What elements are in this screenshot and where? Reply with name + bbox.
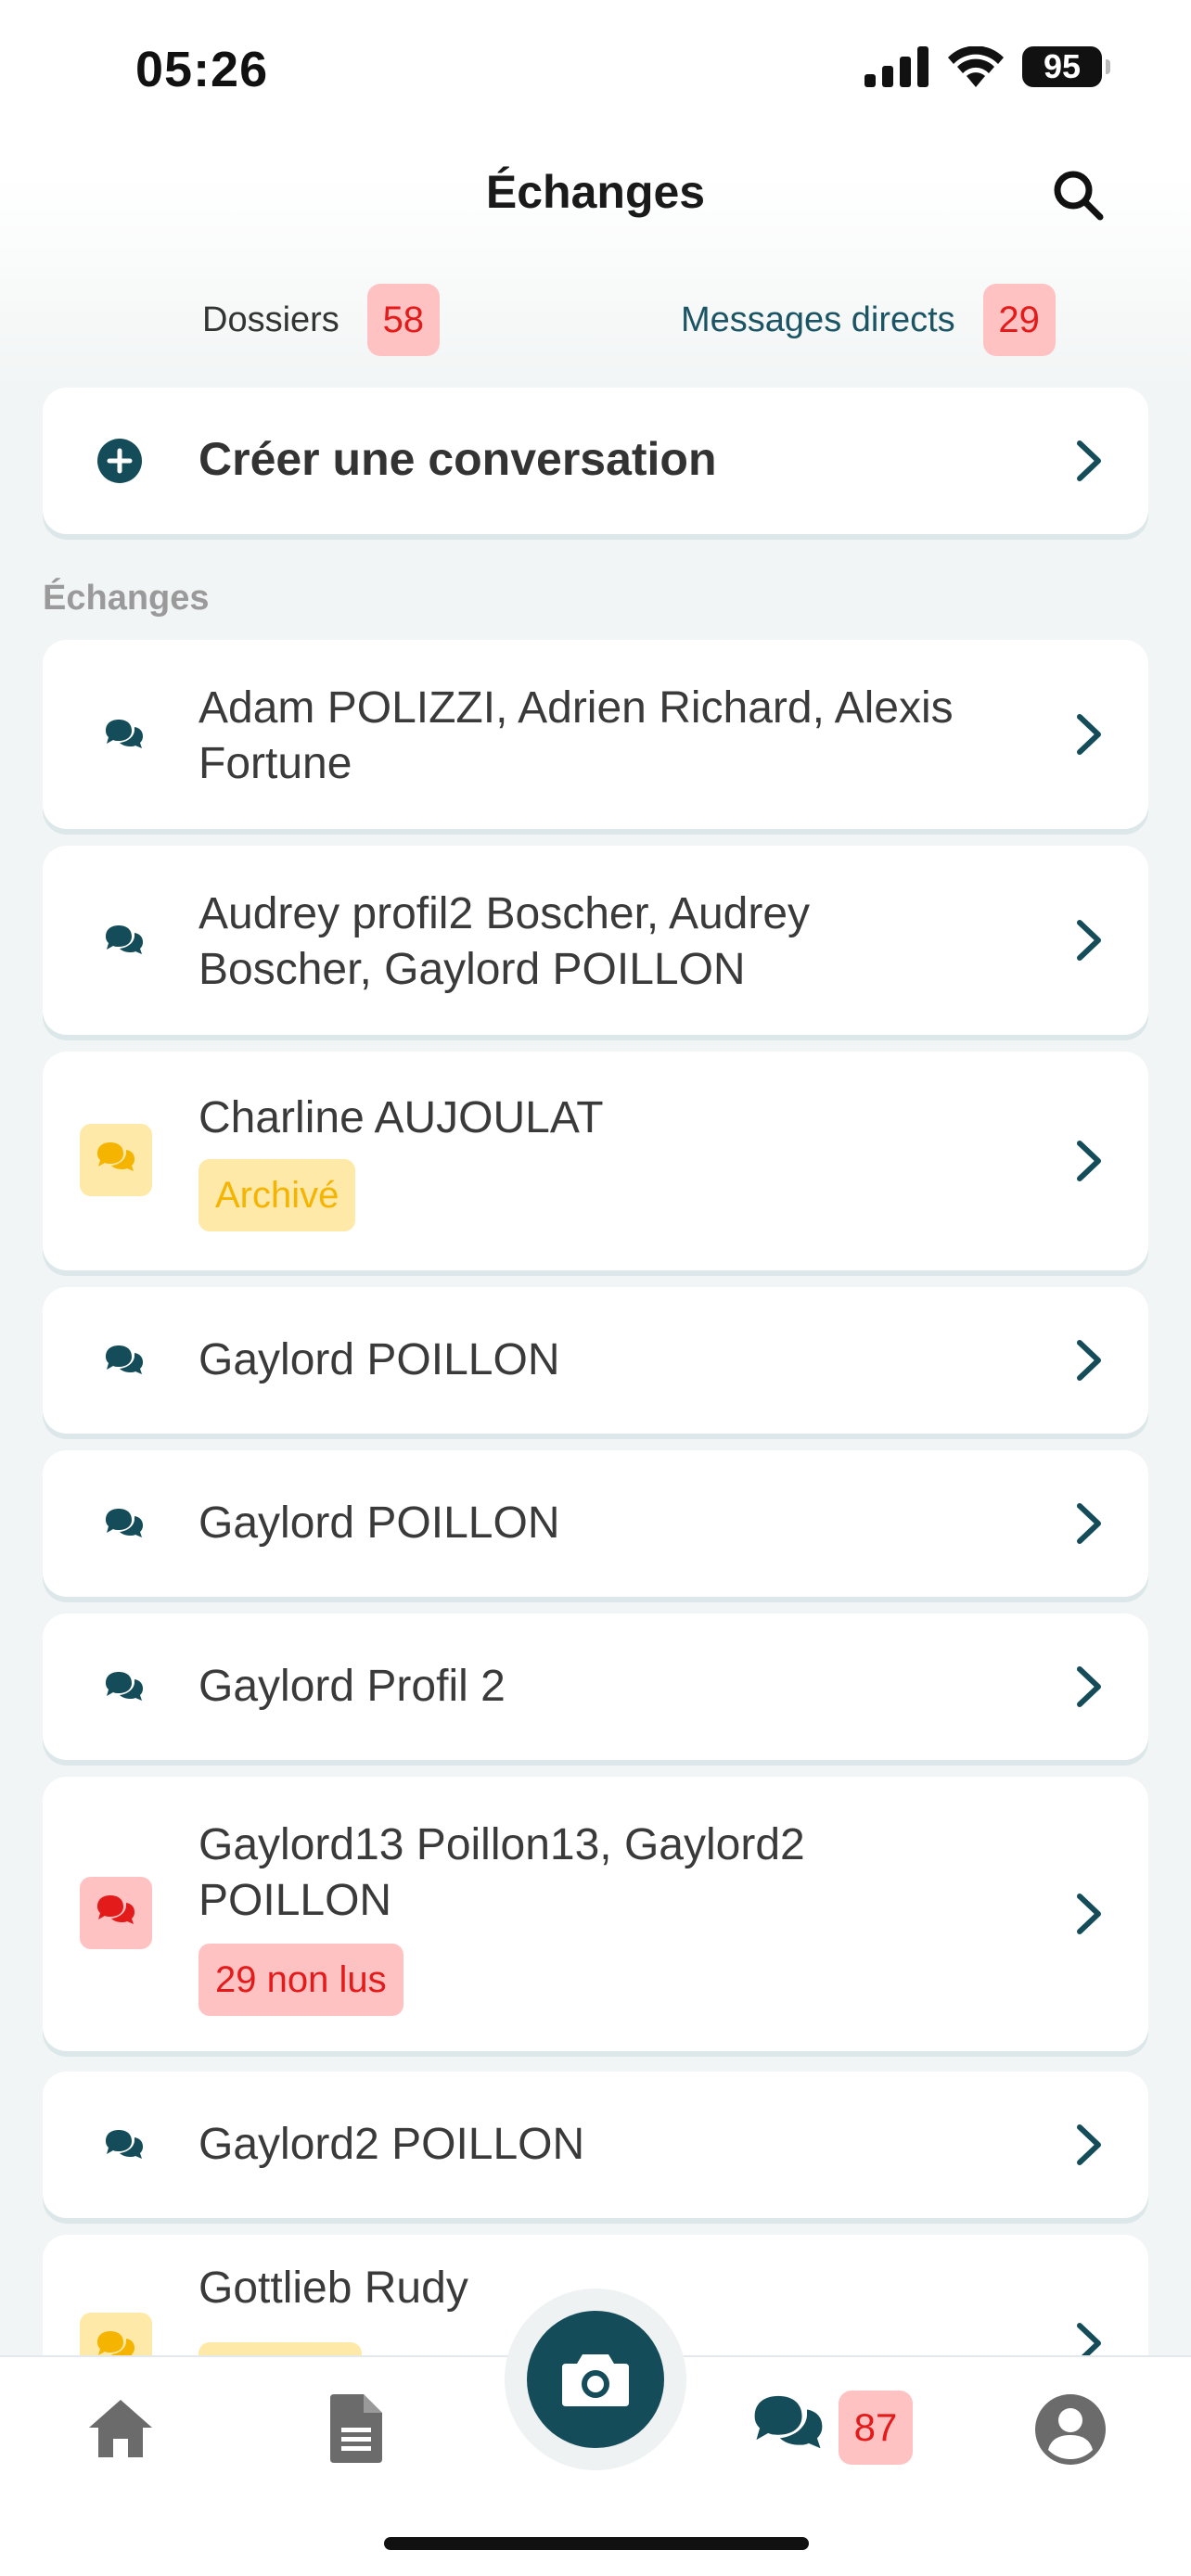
conversation-icon [91,1657,150,1716]
chat-bubbles-icon [754,2395,823,2449]
chat-bubbles-icon [106,720,143,748]
chat-bubbles-icon [106,1672,143,1701]
chevron-right-icon [1077,920,1101,961]
document-icon [330,2394,382,2463]
conversation-icon [80,1124,152,1196]
chat-bubbles-icon [106,925,143,954]
conversation-title-line: Boscher, Gaylord POILLON [198,945,746,994]
conversation-icon [91,2115,150,2174]
conversation-item[interactable]: Charline AUJOULAT Archivé [43,1052,1148,1270]
page-title: Échanges [485,166,706,218]
conversation-item[interactable]: Gaylord POILLON [43,1287,1148,1434]
messages-tab-badge: 87 [839,2391,913,2465]
conversation-icon [91,705,150,764]
chat-bubbles-icon [106,1345,143,1374]
conversation-title: Gaylord2 POILLON [198,2120,585,2169]
conversation-title-line: Fortune [198,739,352,788]
conversation-title: Adam POLIZZI, Adrien Richard, Alexis For… [198,681,1061,792]
conversation-title-line: Audrey profil2 Boscher, Audrey [198,889,811,938]
tab-dossiers[interactable]: Dossiers 58 [202,278,440,362]
tab-home[interactable] [85,2392,156,2468]
conversation-icon [91,911,150,970]
status-icons: 95 [864,46,1110,87]
cellular-signal-icon [864,46,928,87]
home-indicator [384,2537,809,2550]
tab-messages-label: Messages directs [681,300,955,339]
conversation-item[interactable]: Gaylord Profil 2 [43,1613,1148,1760]
search-icon [1054,171,1104,221]
chevron-right-icon [1077,1894,1101,1934]
chevron-right-icon [1077,714,1101,755]
profile-icon [1035,2394,1106,2465]
tab-profile[interactable] [1033,2392,1108,2471]
conversation-title: Audrey profil2 Boscher, Audrey Boscher, … [198,886,1061,998]
chevron-right-icon [1077,440,1101,481]
create-conversation-label: Créer une conversation [198,433,717,485]
conversation-item[interactable]: Audrey profil2 Boscher, Audrey Boscher, … [43,846,1148,1035]
conversation-item[interactable]: Gaylord POILLON [43,1450,1148,1597]
chat-bubbles-icon [106,2130,143,2159]
chat-bubbles-icon [106,1509,143,1537]
header: Échanges [0,148,1191,241]
chevron-right-icon [1077,1666,1101,1707]
status-time: 05:26 [135,42,269,97]
chevron-right-icon [1077,2124,1101,2165]
archived-badge: Archivé [198,1159,356,1231]
camera-icon [562,2354,629,2406]
conversation-title-line: POILLON [198,1876,392,1925]
conversation-title: Charline AUJOULAT [198,1093,604,1142]
chat-bubbles-icon [97,1895,134,1924]
chevron-right-icon [1077,1503,1101,1544]
tab-messages-directs[interactable]: Messages directs 29 [681,278,1056,362]
section-label: Échanges [43,579,210,618]
conversation-item[interactable]: Gaylord2 POILLON [43,2072,1148,2218]
status-bar: 05:26 95 [0,0,1191,139]
segment-tabs: Dossiers 58 Messages directs 29 [0,278,1191,362]
plus-circle-icon [97,439,142,483]
conversation-item[interactable]: Adam POLIZZI, Adrien Richard, Alexis For… [43,640,1148,829]
battery-indicator: 95 [1022,46,1110,87]
camera-button[interactable] [527,2311,664,2448]
tab-documents[interactable] [327,2392,386,2469]
conversation-title: Gaylord13 Poillon13, Gaylord2 POILLON [198,1817,1061,1929]
conversation-title: Gaylord POILLON [198,1498,560,1548]
conversation-title-line: Gaylord13 Poillon13, Gaylord2 [198,1820,805,1869]
wifi-icon [948,46,1004,87]
chat-bubbles-icon [97,1142,134,1171]
battery-level: 95 [1043,47,1082,85]
chevron-right-icon [1077,1141,1101,1181]
tab-messages-badge: 29 [982,284,1056,356]
chevron-right-icon [1077,1340,1101,1381]
conversation-item[interactable]: Gaylord13 Poillon13, Gaylord2 POILLON 29… [43,1777,1148,2051]
home-icon [89,2400,152,2457]
conversation-icon [80,1877,152,1949]
conversation-title-line: Adam POLIZZI, Adrien Richard, Alexis [198,683,954,733]
conversation-title: Gaylord Profil 2 [198,1662,506,1711]
unread-badge: 29 non lus [198,1944,403,2016]
tab-messages[interactable] [751,2392,826,2458]
conversation-icon [91,1494,150,1553]
conversation-title: Gaylord POILLON [198,1335,560,1384]
tab-dossiers-label: Dossiers [202,300,339,339]
conversation-icon [91,1331,150,1390]
search-button[interactable] [1048,165,1108,224]
create-conversation-button[interactable]: Créer une conversation [43,388,1148,534]
tab-dossiers-badge: 58 [366,284,440,356]
